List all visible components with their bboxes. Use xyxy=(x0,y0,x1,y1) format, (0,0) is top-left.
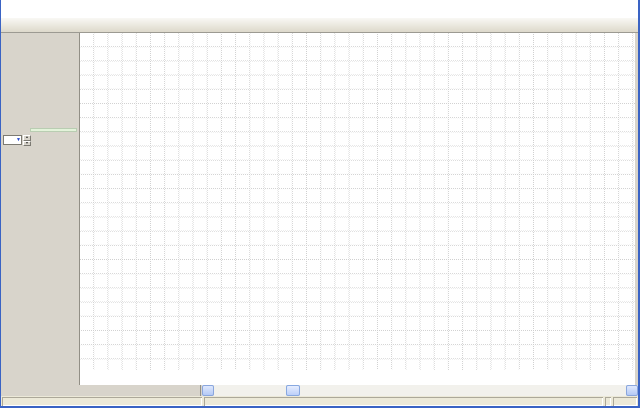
scrollbar-thumb[interactable] xyxy=(286,385,300,396)
toolbar xyxy=(1,18,638,33)
scroll-left-button[interactable] xyxy=(202,385,214,396)
status-spacer xyxy=(204,397,603,406)
status-bar xyxy=(1,396,638,406)
scroll-right-button[interactable] xyxy=(626,385,638,396)
scrollbar-track[interactable] xyxy=(214,385,626,396)
oscilloscope-traces xyxy=(80,33,636,385)
spinner-down-icon[interactable]: ▼ xyxy=(23,140,31,146)
status-extra-value xyxy=(613,397,637,406)
logo-strip xyxy=(1,0,638,18)
status-time xyxy=(605,397,611,406)
scrollbar-filler xyxy=(1,385,201,396)
plot-area[interactable] xyxy=(79,33,635,385)
probe-spinner[interactable]: ▲ ▼ xyxy=(23,135,31,146)
probe-row: ▼ ▲ ▼ xyxy=(3,135,31,146)
chevron-down-icon: ▼ xyxy=(16,137,21,143)
channel-panel: ▼ ▲ ▼ xyxy=(1,33,79,385)
cursor-readout xyxy=(30,128,77,132)
scrollbar-row xyxy=(1,385,638,396)
probe-ratio-select[interactable]: ▼ xyxy=(3,135,22,145)
status-message xyxy=(2,397,202,406)
horizontal-scrollbar[interactable] xyxy=(202,385,638,396)
main-area: ▼ ▲ ▼ xyxy=(1,33,638,385)
app-window: ▼ ▲ ▼ xyxy=(0,0,640,408)
